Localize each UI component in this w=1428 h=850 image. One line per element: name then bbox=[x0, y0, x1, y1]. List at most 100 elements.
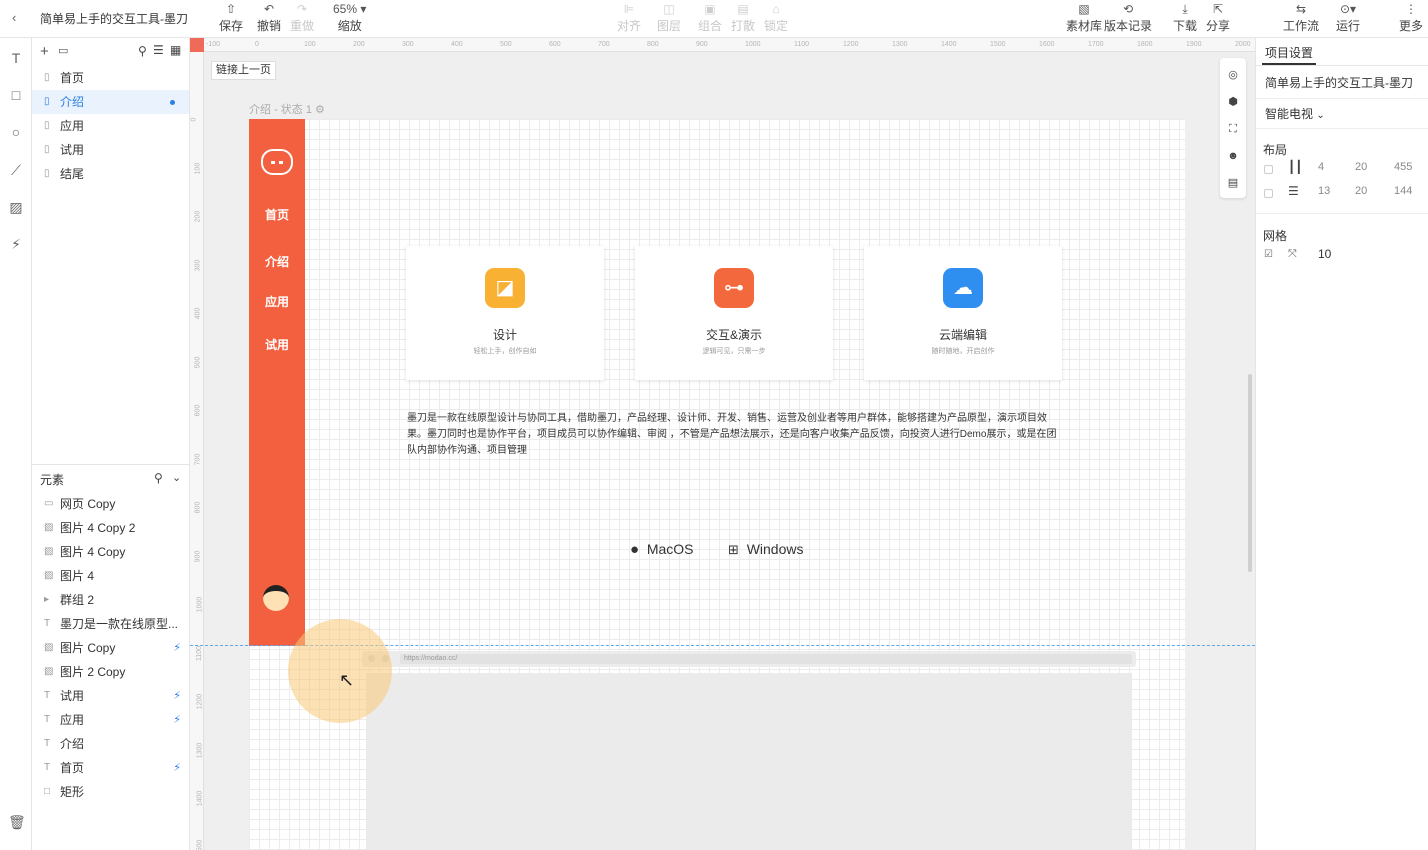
settings-gear-icon[interactable]: ⚙ bbox=[315, 104, 325, 116]
element-item[interactable]: □ 矩形 bbox=[32, 780, 189, 804]
target-icon[interactable]: ◎ bbox=[1226, 68, 1240, 82]
windows-icon: ⊞ bbox=[728, 542, 739, 557]
grid-value[interactable]: 10 bbox=[1318, 247, 1331, 261]
table-icon[interactable]: ▤ bbox=[1226, 176, 1240, 190]
layout-columns-width[interactable]: 455 bbox=[1394, 161, 1412, 173]
rows-icon: ☰ bbox=[1288, 184, 1299, 198]
page-item[interactable]: ▯ 介绍 bbox=[32, 90, 189, 114]
element-item[interactable]: T 试用 ⚡ bbox=[32, 684, 189, 708]
grid-checkbox-icon[interactable]: ☑ bbox=[1264, 249, 1273, 260]
element-item[interactable]: ▨ 图片 4 Copy 2 bbox=[32, 516, 189, 540]
image-tool-icon[interactable]: ▨ bbox=[8, 199, 24, 215]
add-folder-icon[interactable]: ▭ bbox=[58, 44, 68, 57]
platform-macos[interactable]: ● MacOS bbox=[630, 541, 694, 558]
lock-button[interactable]: ⌂ 锁定 bbox=[764, 2, 788, 34]
layout-rows-checkbox[interactable] bbox=[1264, 189, 1273, 198]
element-item[interactable]: ▸ 群组 2 bbox=[32, 588, 189, 612]
nav-intro[interactable]: 介绍 bbox=[249, 253, 305, 270]
more-button[interactable]: ⋮ 更多 bbox=[1399, 2, 1423, 34]
element-item[interactable]: T 应用 ⚡ bbox=[32, 708, 189, 732]
ruler-tick: 700 bbox=[598, 41, 610, 48]
assets-button[interactable]: ▧ 素材库 bbox=[1066, 2, 1102, 34]
platform-windows[interactable]: ⊞ Windows bbox=[728, 541, 803, 558]
rectangle-tool-icon[interactable]: □ bbox=[8, 87, 24, 103]
ungroup-button[interactable]: ▤ 打散 bbox=[731, 2, 755, 34]
nav-home[interactable]: 首页 bbox=[249, 206, 305, 223]
ruler-tick: 1300 bbox=[892, 41, 908, 48]
layout-rows-count[interactable]: 13 bbox=[1318, 185, 1330, 197]
ruler-tick: 1200 bbox=[196, 693, 204, 710]
undo-button[interactable]: ↶ 撤销 bbox=[257, 2, 281, 34]
download-button[interactable]: ⤓ 下载 bbox=[1173, 2, 1197, 34]
trash-icon[interactable]: 🗑 bbox=[8, 814, 26, 830]
zoom-control[interactable]: 65% ▾ 缩放 bbox=[333, 2, 366, 34]
layout-columns-checkbox[interactable] bbox=[1264, 165, 1273, 174]
share-button[interactable]: ⇱ 分享 bbox=[1206, 2, 1230, 34]
element-item[interactable]: T 首页 ⚡ bbox=[32, 756, 189, 780]
align-button[interactable]: ⊫ 对齐 bbox=[617, 2, 641, 34]
list-view-icon[interactable]: ☰ bbox=[153, 43, 164, 57]
back-chevron-icon[interactable]: ‹ bbox=[12, 10, 16, 25]
image-icon: ▨ bbox=[44, 546, 54, 557]
page-label: 首页 bbox=[60, 71, 85, 85]
top-toolbar: ‹ 简单易上手的交互工具-墨刀 ⇧ 保存 ↶ 撤销 ↷ 重做 65% ▾ 缩放 ⊫ 对齐 … bbox=[0, 0, 1428, 38]
layout-rows-gutter[interactable]: 20 bbox=[1355, 185, 1367, 197]
nav-trial[interactable]: 试用 bbox=[249, 336, 305, 353]
device-select[interactable]: 智能电视 ⌄ bbox=[1265, 105, 1325, 122]
workflow-button[interactable]: ⇆ 工作流 bbox=[1283, 2, 1319, 34]
layer-button[interactable]: ◫ 图层 bbox=[657, 2, 681, 34]
page-item[interactable]: ▯ 结尾 bbox=[32, 162, 189, 186]
element-item[interactable]: T 介绍 bbox=[32, 732, 189, 756]
redo-button[interactable]: ↷ 重做 bbox=[290, 2, 314, 34]
circle-tool-icon[interactable]: ○ bbox=[8, 124, 24, 140]
save-label: 保存 bbox=[219, 19, 244, 33]
canvas[interactable]: -100 0 100 200 300 400 500 600 700 800 900 1000 1100… bbox=[190, 38, 1255, 850]
text-tool-icon[interactable]: T bbox=[8, 50, 24, 66]
element-item[interactable]: ▨ 图片 Copy ⚡ bbox=[32, 636, 189, 660]
element-item[interactable]: ▨ 图片 4 bbox=[32, 564, 189, 588]
element-item[interactable]: T 墨刀是一款在线原型... bbox=[32, 612, 189, 636]
link-prev-button[interactable]: 链接上一页 bbox=[211, 61, 276, 80]
history-button[interactable]: ⟲ 版本记录 bbox=[1104, 2, 1152, 34]
grid-view-icon[interactable]: ▦ bbox=[170, 43, 181, 57]
tab-project-settings[interactable]: 项目设置 bbox=[1265, 44, 1313, 61]
search-icon[interactable]: ⚲ bbox=[138, 44, 147, 58]
artboard[interactable]: 首页 介绍 应用 试用 ◪ 设计 轻松上手，创作自如 ⊶ 交互&演示 逻辑可见，只需一步 ☁… bbox=[249, 119, 1185, 850]
chevron-down-icon[interactable]: ⌄ bbox=[172, 471, 181, 484]
prototype-sidebar: 首页 介绍 应用 试用 bbox=[249, 119, 305, 646]
ruler-left: 0 100 200 300 400 500 600 700 800 900 1000 1100 1200… bbox=[190, 38, 204, 850]
image-icon: ▨ bbox=[44, 522, 54, 533]
canvas-scrollbar[interactable] bbox=[1248, 374, 1252, 572]
layout-rows-height[interactable]: 144 bbox=[1394, 185, 1412, 197]
nav-apps[interactable]: 应用 bbox=[249, 293, 305, 310]
component-tool-icon[interactable]: ⚡ bbox=[8, 236, 24, 252]
line-tool-icon[interactable]: ⟋ bbox=[8, 162, 24, 178]
element-item[interactable]: ▨ 图片 2 Copy bbox=[32, 660, 189, 684]
grid-title: 网格 bbox=[1263, 229, 1288, 243]
cube-icon[interactable]: ⬢ bbox=[1226, 95, 1240, 109]
ruler-tick: 600 bbox=[194, 404, 202, 417]
page-label: 介绍 bbox=[60, 95, 85, 109]
ruler-tick: 100 bbox=[194, 162, 202, 174]
group-button[interactable]: ▣ 组合 bbox=[698, 2, 722, 34]
ruler-tick: 700 bbox=[194, 453, 202, 465]
project-name[interactable]: 简单易上手的交互工具-墨刀 bbox=[1265, 74, 1413, 91]
page-item[interactable]: ▯ 应用 bbox=[32, 114, 189, 138]
add-page-icon[interactable]: + bbox=[40, 43, 49, 60]
fit-screen-icon[interactable]: ⛶ bbox=[1226, 122, 1240, 136]
webpage-icon: ▭ bbox=[44, 498, 54, 509]
page-item[interactable]: ▯ 首页 bbox=[32, 66, 189, 90]
elements-search-icon[interactable]: ⚲ bbox=[154, 471, 163, 485]
element-item[interactable]: ▨ 图片 4 Copy bbox=[32, 540, 189, 564]
page-item[interactable]: ▯ 试用 bbox=[32, 138, 189, 162]
emoji-icon[interactable]: ☻ bbox=[1226, 149, 1240, 163]
save-button[interactable]: ⇧ 保存 bbox=[219, 2, 243, 34]
ungroup-label: 打散 bbox=[731, 19, 756, 33]
layout-columns-gutter[interactable]: 20 bbox=[1355, 161, 1367, 173]
run-button[interactable]: ⊙▾ 运行 bbox=[1336, 2, 1360, 34]
element-item[interactable]: ▭ 网页 Copy bbox=[32, 492, 189, 516]
layout-columns-count[interactable]: 4 bbox=[1318, 161, 1324, 173]
ruler-tick: 200 bbox=[353, 41, 365, 48]
interaction-bolt-icon: ⚡ bbox=[173, 762, 181, 774]
zoom-value: 65% ▾ bbox=[333, 2, 367, 16]
